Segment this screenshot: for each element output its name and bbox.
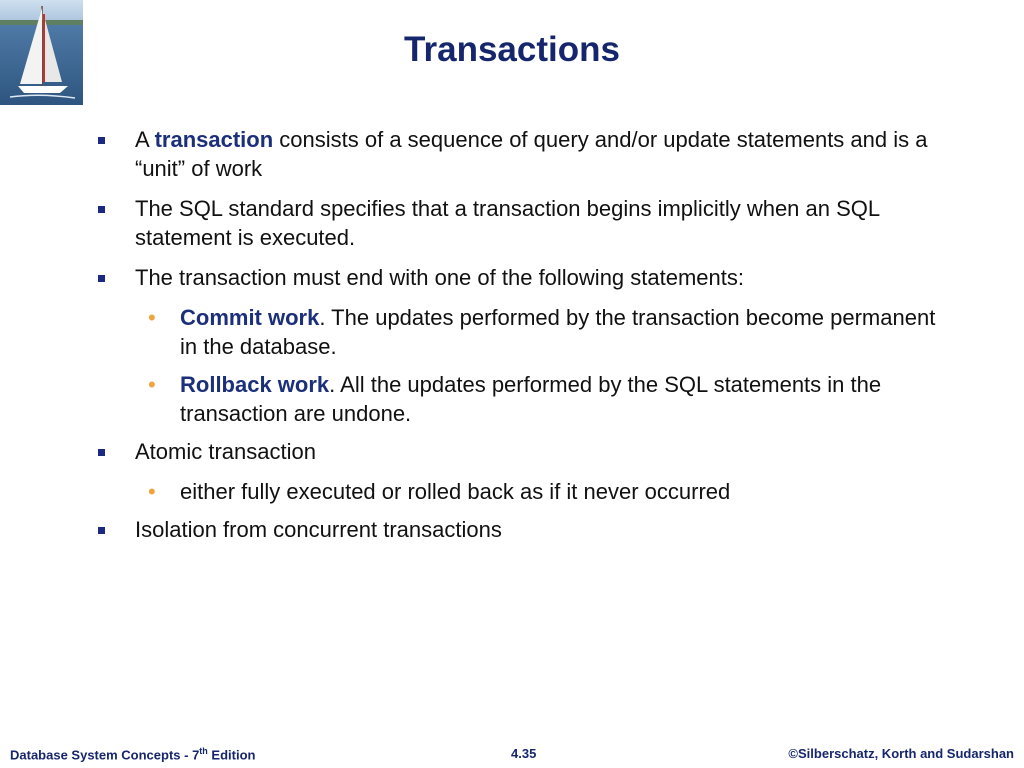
bullet-list: A transaction consists of a sequence of …: [96, 125, 956, 555]
footer-copyright: ©Silberschatz, Korth and Sudarshan: [788, 746, 1014, 761]
list-item: A transaction consists of a sequence of …: [96, 125, 956, 183]
list-item: The SQL standard specifies that a transa…: [96, 194, 956, 252]
slide-title: Transactions: [404, 30, 620, 69]
sub-list-item: • either fully executed or rolled back a…: [148, 479, 731, 504]
square-bullet-icon: [98, 206, 105, 213]
footer-page-number: 4.35: [511, 746, 537, 761]
sub-list-item: • Commit work. The updates performed by …: [148, 305, 936, 359]
keyword-commit-work: Commit work: [180, 305, 320, 330]
square-bullet-icon: [98, 275, 105, 282]
dot-bullet-icon: •: [148, 479, 156, 504]
square-bullet-icon: [98, 527, 105, 534]
list-item: The transaction must end with one of the…: [96, 263, 956, 292]
list-item: Atomic transaction: [96, 437, 956, 466]
square-bullet-icon: [98, 137, 105, 144]
dot-bullet-icon: •: [148, 305, 156, 330]
sub-list-item: • Rollback work. All the updates perform…: [148, 372, 882, 426]
square-bullet-icon: [98, 449, 105, 456]
keyword-rollback-work: Rollback work: [180, 372, 330, 397]
list-item: Isolation from concurrent transactions: [96, 515, 956, 544]
keyword-transaction: transaction: [154, 127, 274, 152]
dot-bullet-icon: •: [148, 372, 156, 397]
footer-book-title: Database System Concepts - 7th Edition: [10, 746, 256, 763]
